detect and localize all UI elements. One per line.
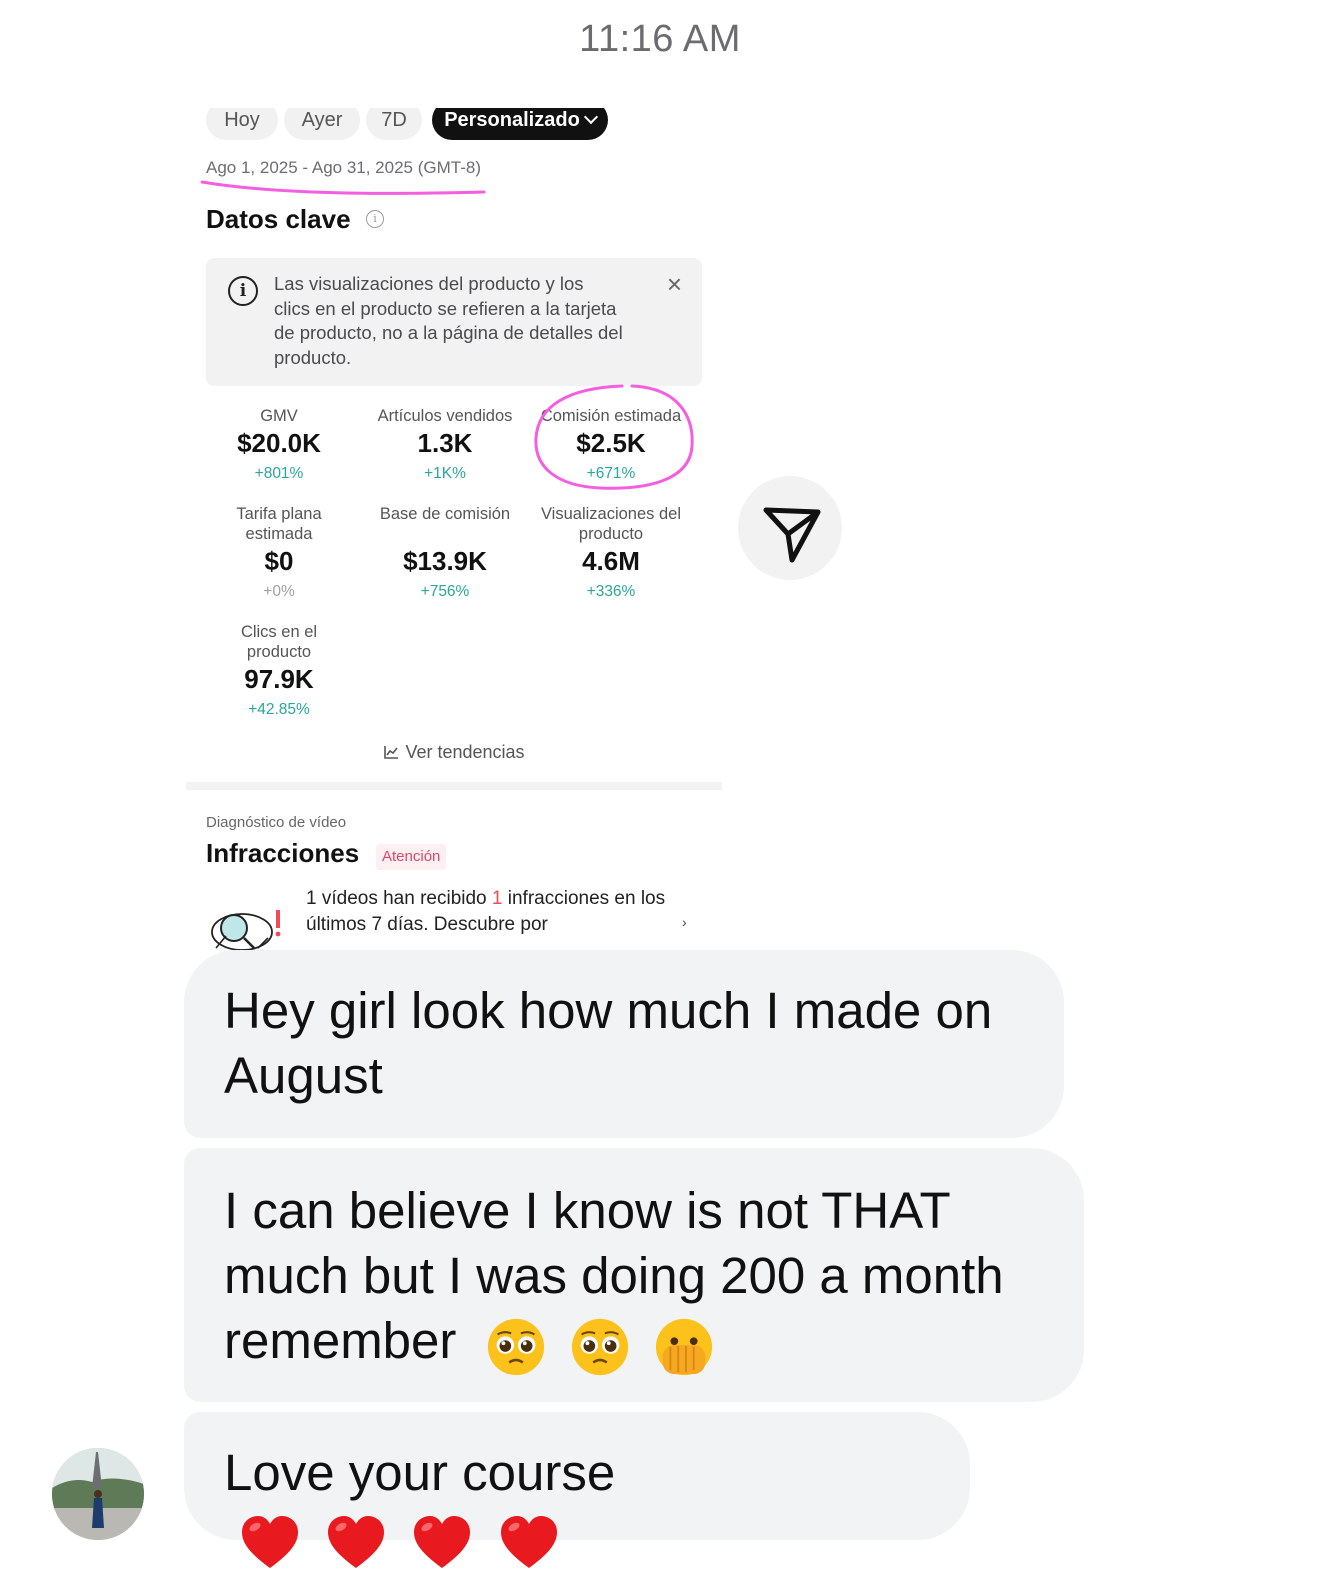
highlight-underline — [200, 180, 486, 195]
notice-text: Las visualizaciones del producto y los c… — [274, 273, 623, 368]
diagnosis-label: Diagnóstico de vídeo — [206, 814, 347, 831]
message-bubble[interactable]: Hey girl look how much I made on August — [184, 950, 1064, 1138]
metric-label: Artículos vendidos — [377, 407, 513, 425]
status-time: 11:16 AM — [579, 18, 741, 60]
pleading-face-emoji — [571, 1319, 628, 1376]
message-text: Hey girl look how much I made on August — [224, 982, 993, 1104]
trend-chart-icon — [384, 746, 399, 759]
metric-change: +42.85% — [248, 701, 310, 718]
infractions-count: 1 — [491, 888, 503, 909]
metric-label: Tarifa plana estimada — [236, 505, 322, 543]
metric-gmv[interactable]: GMV $20.0K +801% — [196, 406, 362, 483]
face-with-hand-over-mouth-emoji — [655, 1319, 712, 1376]
attention-badge: Atención — [376, 844, 447, 870]
metric-label: Visualizaciones del producto — [540, 505, 682, 543]
metric-value: 1.3K — [417, 428, 473, 458]
metric-label: Clics en el producto — [240, 623, 318, 661]
chevron-down-icon — [583, 109, 598, 125]
red-heart-emoji — [242, 1515, 298, 1568]
metric-value: $20.0K — [237, 428, 321, 458]
message-text: Love your course — [224, 1444, 616, 1501]
emoji-group — [485, 1311, 723, 1379]
filter-yesterday[interactable]: Ayer — [284, 108, 360, 140]
metric-product-clicks[interactable]: Clics en el producto 97.9K +42.85% — [196, 622, 362, 719]
section-divider — [186, 782, 722, 790]
metric-value: $0 — [264, 546, 294, 576]
avatar[interactable] — [52, 1448, 144, 1540]
pleading-face-emoji — [487, 1319, 544, 1376]
red-heart-emoji — [414, 1515, 471, 1568]
filter-custom[interactable]: Personalizado — [432, 108, 608, 140]
metric-label: Base de comisión — [379, 505, 511, 523]
close-icon[interactable]: × — [667, 270, 682, 298]
infractions-text: 1 vídeos han recibido 1 infracciones en … — [306, 886, 666, 938]
view-trends-link[interactable]: Ver tendencias — [186, 742, 722, 763]
emoji-group — [238, 1507, 569, 1576]
metric-product-views[interactable]: Visualizaciones del producto 4.6M +336% — [528, 504, 694, 601]
info-icon[interactable]: i — [366, 210, 384, 228]
chevron-right-icon[interactable]: › — [682, 914, 687, 930]
metric-items-sold[interactable]: Artículos vendidos 1.3K +1K% — [362, 406, 528, 483]
metric-change: +801% — [254, 465, 304, 482]
infraction-illustration-icon — [211, 910, 281, 951]
info-circle-icon: i — [228, 276, 258, 306]
metric-change: +1K% — [424, 465, 466, 482]
red-heart-emoji — [328, 1515, 385, 1568]
filter-7d[interactable]: 7D — [366, 108, 422, 140]
metric-change: +756% — [420, 583, 470, 600]
metric-value: $13.9K — [403, 546, 487, 576]
shared-screenshot[interactable]: Hoy Ayer 7D Personalizado Ago 1, 2025 - … — [186, 108, 722, 954]
share-button[interactable] — [738, 476, 842, 580]
notice-box: i Las visualizaciones del producto y los… — [206, 258, 702, 386]
metric-change: +0% — [263, 583, 295, 600]
filter-custom-label: Personalizado — [444, 109, 580, 131]
metric-value: 4.6M — [582, 546, 640, 576]
metric-change: +336% — [586, 583, 636, 600]
avatar-photo-icon — [52, 1448, 144, 1540]
metric-flat-fee[interactable]: Tarifa plana estimada $0 +0% — [196, 504, 362, 601]
view-trends-label: Ver tendencias — [405, 742, 525, 762]
section-title: Datos clave — [206, 204, 351, 234]
metric-value: 97.9K — [244, 664, 314, 694]
filter-today[interactable]: Hoy — [206, 108, 278, 140]
message-bubble[interactable]: Love your course — [184, 1412, 970, 1568]
metric-commission-base[interactable]: Base de comisión $13.9K +756% — [362, 504, 528, 601]
message-bubble[interactable]: I can believe I know is not THAT much bu… — [184, 1148, 1084, 1402]
infractions-title: Infracciones — [206, 838, 360, 868]
send-icon — [763, 507, 821, 563]
red-heart-emoji — [500, 1515, 557, 1568]
highlight-circle — [534, 384, 694, 490]
metric-label: GMV — [260, 407, 298, 425]
infractions-text-part: 1 vídeos han recibido — [306, 888, 492, 909]
